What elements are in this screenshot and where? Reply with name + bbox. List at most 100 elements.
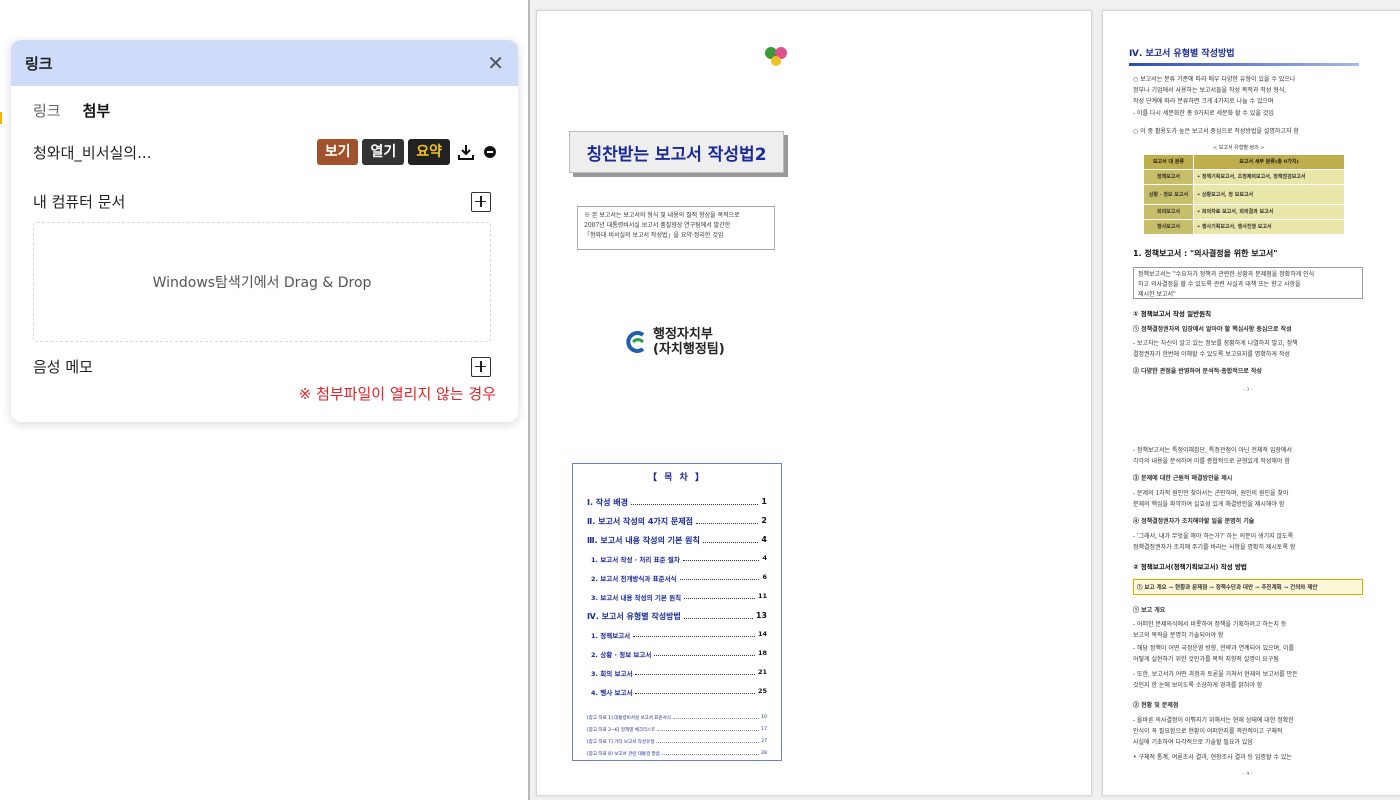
body-line: ① 보고 개요	[1133, 607, 1166, 614]
dropzone[interactable]: Windows탐색기에서 Drag & Drop	[33, 222, 491, 342]
attachment-name[interactable]: 청와대_비서실의...	[33, 142, 313, 163]
document-title: 칭찬받는 보고서 작성법2	[569, 131, 784, 173]
body-line: 각각의 내용을 분석하여 이를 종합적으로 균형있게 작성해야 함	[1133, 458, 1290, 465]
body-line: - '그래서, 내가 무엇을 해야 하는가?' 하는 의문이 생기지 않도록	[1133, 533, 1294, 540]
body-line: • 구체적 통계, 여론조사 결과, 현장조사 결과 등 입증할 수 있는	[1133, 754, 1292, 761]
body-line: ③ 문제에 대한 근원적 해결방안을 제시	[1133, 475, 1233, 482]
toc-item: Ⅰ. 작성 배경 1	[587, 497, 767, 507]
body-line: - 정책보고서는 특정이해집단, 특정관점이 아닌 전체적 입장에서	[1133, 447, 1292, 454]
process-flow: ① 보고 개요 → 현황과 문제점 → 정책수단과 대안 → 추진계획 → 건의…	[1133, 579, 1363, 595]
page-number: - 4 -	[1243, 771, 1253, 777]
ministry-name: 행정자치부	[653, 327, 713, 342]
body-line: 인식이 꼭 필요함으로 현황이 어떠한지를 객관적이고 구체적	[1133, 728, 1283, 735]
toc-item: 2. 보고서 전개방식과 표준서식 6	[591, 573, 767, 583]
toc-ref: [참고 자료 1] 대통령비서실 보고서 표준서식 10	[587, 715, 767, 721]
note-line: ※ 본 보고서는 보고서의 형식 및 내용의 질적 향상을 목적으로	[584, 212, 740, 219]
toc-ref: [참고 자료 8] 보고서 관련 대통령 말씀 28	[587, 751, 767, 757]
body-line: - 보고자는 자신이 알고 있는 정보를 장황하게 나열하지 말고, 정책	[1133, 340, 1298, 347]
toc-item: 1. 정책보고서 14	[591, 630, 767, 640]
toc-item: 3. 회의 보고서 21	[591, 668, 767, 678]
tab-attachment[interactable]: 첨부	[83, 100, 111, 121]
note-line: 「청와대 비서실의 보고서 작성법」을 요약·정리한 것임	[584, 232, 724, 239]
intro-line: ○ 이 중 활용도가 높은 보고서 중심으로 작성방법을 설명하고자 함	[1133, 128, 1299, 135]
body-line: - 올바른 의사결정이 이뤄지기 위해서는 현재 상태에 대한 정확한	[1133, 717, 1294, 724]
voice-memo-row: 음성 메모	[11, 356, 518, 377]
side-marker	[0, 112, 2, 124]
body-line: ② 현황 및 문제점	[1133, 702, 1179, 709]
close-icon[interactable]: ✕	[487, 53, 504, 73]
intro-line: 정부나 기업에서 사용하는 보고서들을 작성 목적과 작성 형식,	[1133, 87, 1287, 94]
remove-icon[interactable]	[484, 146, 496, 158]
table-row: 정책보고서 • 정책기획보고서, 조정제의보고서, 정책점검보고서	[1143, 169, 1345, 185]
add-doc-icon[interactable]	[471, 191, 491, 212]
body-line: - 문제의 1차적 원인만 찾아서는 곤란하며, 원인의 원인을 찾아	[1133, 490, 1289, 497]
body-line: ④ 정책결정권자가 조치해야할 일을 분명히 기술	[1133, 518, 1255, 525]
body-line: 것인지 한 눈에 보이도록 소상하게 경과를 밝혀야 함	[1133, 682, 1263, 689]
tab-link[interactable]: 링크	[33, 100, 61, 121]
body-line: - 해당 정책이 어떤 국정운영 방향, 전략과 연계되어 있으며, 이를	[1133, 645, 1295, 652]
toc-item: Ⅲ. 보고서 내용 작성의 기본 원칙 4	[587, 535, 767, 545]
document-page-2: Ⅳ. 보고서 유형별 작성방법 ○ 보고서는 분류 기준에 따라 매우 다양한 …	[1102, 10, 1400, 796]
warning-link[interactable]: ※ 첨부파일이 열리지 않는 경우	[11, 383, 518, 404]
body-line: - 또한, 보고서가 어떤 과정과 토론을 거쳐서 현재의 보고서를 만든	[1133, 671, 1298, 678]
toc-item: 1. 보고서 작성 · 처리 표준 절차 4	[591, 554, 767, 564]
toc-title: 【 목 차 】	[648, 473, 706, 483]
section-heading: Ⅳ. 보고서 유형별 작성방법	[1129, 49, 1235, 59]
body-line: 결정권자가 한번에 이해할 수 있도록 보고요지를 명확하게 작성	[1133, 351, 1290, 358]
table-of-contents: 【 목 차 】 Ⅰ. 작성 배경 1 Ⅱ. 보고서 작성의 4가지 문제점 2 Ⅲ.…	[572, 463, 782, 761]
attachment-row: 청와대_비서실의... 보기 열기 요약	[11, 139, 518, 165]
view-button[interactable]: 보기	[316, 139, 359, 165]
table-header: 보고서 세부 분류(총 9가지)	[1193, 154, 1345, 170]
ministry-team: (자치행정팀)	[653, 342, 725, 357]
quote-line: 정책보고서는 "수요자가 정책과 관련한 상황과 문제점을 정확하게 인식	[1138, 271, 1315, 278]
ministry-logo: 행정자치부 (자치행정팀)	[625, 327, 725, 357]
table-row: 회의보고서 • 회의자료 보고서, 회의결과 보고서	[1143, 204, 1345, 220]
quote-line: 하고 의사결정을 할 수 있도록 관련 사실과 대책 또는 향고 사항을	[1138, 281, 1301, 288]
quote-line: 제시한 보고서"	[1138, 291, 1176, 298]
body-line: 정책결정권자가 조치해 주기를 바라는 사항을 명확히 제시토록 함	[1133, 544, 1296, 551]
toc-item: 2. 상황 · 정보 보고서 18	[591, 649, 767, 659]
toc-item: 3. 보고서 내용 작성의 기본 원칙 11	[591, 592, 767, 602]
toc-item: Ⅳ. 보고서 유형별 작성방법 13	[587, 611, 767, 621]
body-line: ② 다양한 관점을 반영하여 분석적·종합적으로 작성	[1133, 368, 1262, 375]
panel-header: 링크 ✕	[11, 40, 518, 86]
open-button[interactable]: 열기	[362, 139, 405, 165]
definition-box: 정책보고서는 "수요자가 정책과 관련한 상황과 문제점을 정확하게 인식 하고…	[1133, 267, 1363, 299]
download-icon[interactable]	[456, 142, 476, 162]
mascot-logo-icon	[765, 47, 787, 66]
toc-item: 4. 행사 보고서 25	[591, 687, 767, 697]
body-line: 보고의 목적을 분명히 기술되어야 함	[1133, 632, 1224, 639]
report-type-table: 보고서 대 분류 보고서 세부 분류(총 9가지) 정책보고서 • 정책기획보고서,…	[1143, 154, 1345, 235]
add-voice-memo-icon[interactable]	[471, 356, 491, 377]
table-title: < 보고서 유형별 정의 >	[1213, 145, 1265, 151]
subsection-heading: ① 정책보고서 작성 일반원칙	[1133, 310, 1212, 318]
intro-line: ○ 보고서는 분류 기준에 따라 매우 다양한 유형이 있을 수 있으나	[1133, 76, 1296, 83]
panel-title: 링크	[25, 54, 53, 73]
document-viewer: 칭찬받는 보고서 작성법2 ※ 본 보고서는 보고서의 형식 및 내용의 질적 …	[530, 0, 1400, 800]
dropzone-text: Windows탐색기에서 Drag & Drop	[152, 275, 372, 291]
body-line: ① 정책결정권자의 입장에서 알아야 할 핵심사항 중심으로 작성	[1133, 326, 1292, 333]
body-line: 사실에 기초하여 다각적으로 기술할 필요가 있음	[1133, 739, 1253, 746]
link-panel: 링크 ✕ 링크 첨부 청와대_비서실의... 보기 열기 요약 내 컴퓨터 문서…	[11, 40, 518, 422]
summary-button[interactable]: 요약	[408, 139, 450, 165]
table-row: 행사보고서 • 행사기획보고서, 행사진행 보고서	[1143, 219, 1345, 235]
document-page-1: 칭찬받는 보고서 작성법2 ※ 본 보고서는 보고서의 형식 및 내용의 질적 …	[536, 10, 1092, 796]
toc-ref: [참고 자료 7] 기타 보고서 작성유형 27	[587, 739, 767, 745]
voice-memo-label: 음성 메모	[33, 358, 93, 376]
note-line: 2007년 대통령비서실 보고서 품질향상 연구팀에서 발간한	[584, 222, 731, 229]
table-row: 상황 · 정보 보고서 • 상황보고서, 정 보보고서	[1143, 184, 1345, 205]
my-docs-row: 내 컴퓨터 문서	[11, 191, 518, 212]
section-1-heading: 1. 정책보고서 : "의사결정을 위한 보고서"	[1133, 249, 1278, 258]
document-note: ※ 본 보고서는 보고서의 형식 및 내용의 질적 향상을 목적으로 2007년…	[577, 206, 775, 250]
table-header: 보고서 대 분류	[1143, 154, 1194, 170]
left-area: 링크 ✕ 링크 첨부 청와대_비서실의... 보기 열기 요약 내 컴퓨터 문서…	[0, 0, 528, 800]
body-line: 문제의 핵심을 파악하여 실효성 있게 해결방안을 제시해야 함	[1133, 501, 1285, 508]
toc-ref: [참고 자료 2~6] 정책별 체크리스트 17	[587, 727, 767, 733]
ministry-emblem-icon	[626, 331, 645, 353]
panel-tabs: 링크 첨부	[11, 86, 518, 121]
toc-item: Ⅱ. 보고서 작성의 4가지 문제점 2	[587, 516, 767, 526]
body-line: 어떻게 실현하기 위한 것인가를 목적 지향적 설명이 요구됨	[1133, 656, 1279, 663]
body-line: - 어떠한 문제의식에서 비롯하여 정책을 기획하려고 하는지 등	[1133, 621, 1287, 628]
heading-bar	[1129, 63, 1359, 66]
intro-line: - 이를 다시 세분화한 총 9가지로 세분화 할 수 있을 것임	[1133, 110, 1274, 117]
